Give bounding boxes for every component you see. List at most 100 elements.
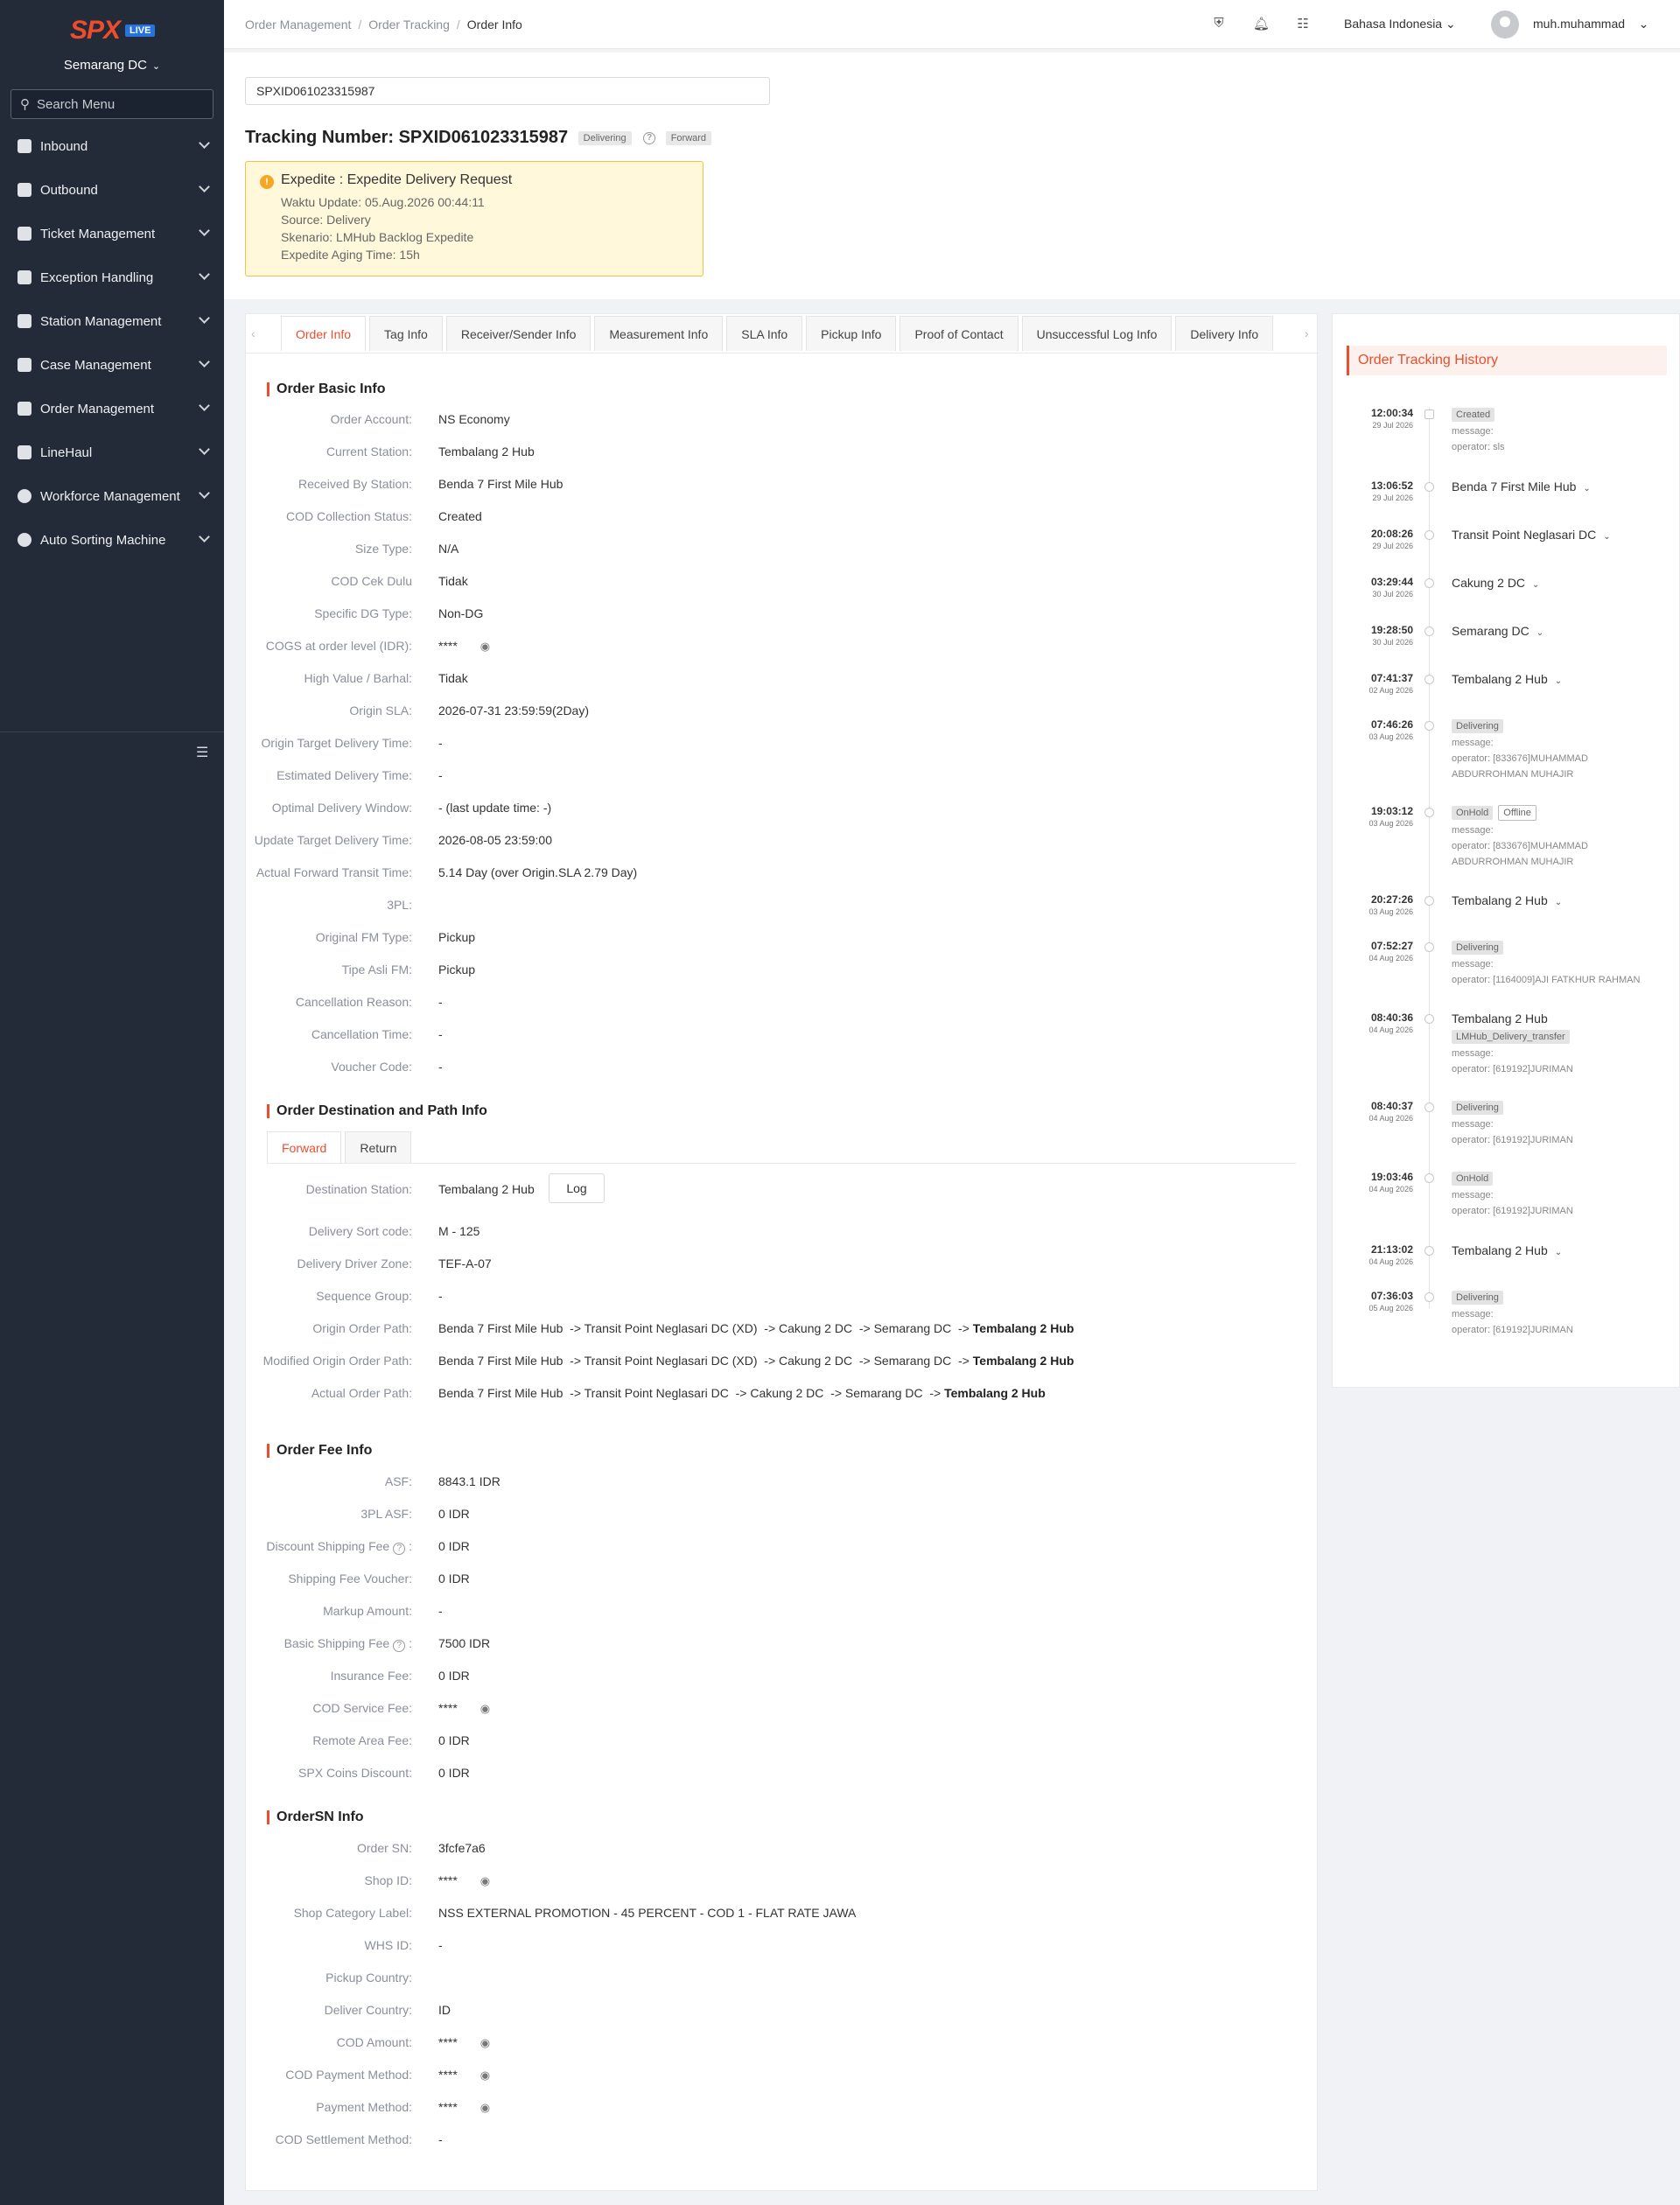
field-modified-origin-order-path: Modified Origin Order Path: Benda 7 First… <box>246 1352 1296 1369</box>
chevron-down-icon <box>199 137 210 149</box>
field-delivery-driver-zone: Delivery Driver Zone: TEF-A-07 <box>246 1255 1296 1272</box>
clipboard-icon[interactable]: ☷ <box>1295 16 1311 32</box>
field-label: Sequence Group: <box>316 1289 412 1303</box>
tab-proof-of-contact[interactable]: Proof of Contact <box>900 316 1018 351</box>
field-value: **** <box>438 2100 458 2114</box>
event-time: 12:00:34 <box>1370 407 1413 419</box>
help-icon[interactable]: ? <box>393 1543 406 1555</box>
tab-delivery-info[interactable]: Delivery Info <box>1175 316 1274 351</box>
tab-measurement-info[interactable]: Measurement Info <box>594 316 724 351</box>
sidebar-item-auto-sorting-machine[interactable]: Auto Sorting Machine <box>0 518 224 562</box>
field-label: Pickup Country: <box>326 1970 412 1984</box>
tab-order-info[interactable]: Order Info <box>281 316 367 351</box>
field-label: Shop Category Label: <box>293 1906 412 1920</box>
field-pickup-country: Pickup Country: <box>246 1969 1296 1986</box>
avatar[interactable] <box>1491 10 1519 38</box>
sidebar-item-label: Case Management <box>40 357 151 373</box>
chevron-down-icon[interactable]: ⌄ <box>1536 628 1544 638</box>
sidebar-item-linehaul[interactable]: LineHaul <box>0 430 224 474</box>
sidebar-item-order-management[interactable]: Order Management <box>0 387 224 430</box>
sidebar-item-label: Auto Sorting Machine <box>40 532 166 548</box>
sidebar-item-case-management[interactable]: Case Management <box>0 343 224 387</box>
menu-search[interactable]: ⚲ <box>10 89 214 119</box>
eye-icon[interactable]: ◉ <box>480 1872 490 1890</box>
field-shop-id: Shop ID: **** ◉ <box>246 1872 1296 1889</box>
chevron-down-icon <box>199 225 210 236</box>
sidebar-item-exception-handling[interactable]: Exception Handling <box>0 256 224 299</box>
help-icon[interactable]: ? <box>393 1640 406 1652</box>
chevron-down-icon[interactable]: ⌄ <box>1583 484 1590 494</box>
field-whs-id: WHS ID: - <box>246 1936 1296 1954</box>
language-label: Bahasa Indonesia <box>1344 17 1443 31</box>
chevron-down-icon <box>199 400 210 411</box>
event-time: 19:03:12 <box>1370 805 1413 817</box>
eye-icon[interactable]: ◉ <box>480 2034 490 2052</box>
eye-icon[interactable]: ◉ <box>480 638 490 655</box>
field-payment-method: Payment Method: **** ◉ <box>246 2098 1296 2116</box>
field-cogs: COGS at order level (IDR): **** ◉ <box>246 637 1296 654</box>
user-menu[interactable]: muh.muhammad ⌄ <box>1533 17 1648 32</box>
breadcrumb: Order Management / Order Tracking / Order In… <box>245 18 522 32</box>
menu-search-input[interactable] <box>37 96 203 112</box>
shield-icon[interactable]: ⛨ <box>1211 16 1227 32</box>
tab-scroll-left-icon[interactable]: ‹ <box>251 326 256 340</box>
field-value: - <box>438 1289 443 1303</box>
tracking-title: Tracking Number: SPXID061023315987 <box>245 128 569 147</box>
tracking-number-input[interactable] <box>245 77 770 105</box>
event-station: Tembalang 2 Hub <box>1452 1243 1548 1257</box>
field-value: 0 IDR <box>438 1572 470 1586</box>
tab-return[interactable]: Return <box>345 1131 412 1163</box>
field-label: Origin SLA: <box>349 704 412 718</box>
tab-unsuccessful-log-info[interactable]: Unsuccessful Log Info <box>1021 316 1172 351</box>
collapse-menu-icon[interactable]: ☰ <box>196 744 208 761</box>
field-label: Order SN: <box>356 1841 412 1855</box>
language-selector[interactable]: Bahasa Indonesia ⌄ <box>1344 17 1456 32</box>
chevron-down-icon[interactable]: ⌄ <box>1603 532 1610 542</box>
breadcrumb-item[interactable]: Order Tracking <box>368 18 450 32</box>
event-operator: ABDURROHMAN MUHAJIR <box>1452 769 1574 780</box>
field-value: 0 IDR <box>438 1766 470 1780</box>
sidebar-item-ticket-management[interactable]: Ticket Management <box>0 212 224 256</box>
sidebar-item-outbound[interactable]: Outbound <box>0 168 224 212</box>
field-value: **** <box>438 639 458 653</box>
sidebar-item-station-management[interactable]: Station Management <box>0 299 224 343</box>
field-order-sn: Order SN: 3fcfe7a6 <box>246 1839 1296 1857</box>
field-value: **** <box>438 2068 458 2082</box>
tab-pickup-info[interactable]: Pickup Info <box>806 316 897 351</box>
chevron-down-icon[interactable]: ⌄ <box>1555 676 1562 686</box>
field-label: Actual Forward Transit Time: <box>256 865 412 879</box>
field-received-by-station: Received By Station: Benda 7 First Mile H… <box>246 475 1296 493</box>
eye-icon[interactable]: ◉ <box>480 2099 490 2117</box>
tab-tag-info[interactable]: Tag Info <box>369 316 443 351</box>
tab-divider <box>246 353 1319 354</box>
tab-forward[interactable]: Forward <box>267 1131 342 1163</box>
sidebar-item-inbound[interactable]: Inbound <box>0 124 224 168</box>
field-value: Tembalang 2 Hub <box>438 1182 535 1196</box>
chevron-down-icon[interactable]: ⌄ <box>1555 1248 1562 1257</box>
log-button[interactable]: Log <box>549 1173 605 1203</box>
tab-scroll-right-icon[interactable]: › <box>1305 326 1309 340</box>
station-selector[interactable]: Semarang DC ⌄ <box>0 58 224 73</box>
field-sequence-group: Sequence Group: - <box>246 1287 1296 1305</box>
chevron-down-icon[interactable]: ⌄ <box>1532 580 1539 590</box>
event-time: 07:41:37 <box>1370 672 1413 684</box>
tab-sla-info[interactable]: SLA Info <box>726 316 803 351</box>
chevron-down-icon[interactable]: ⌄ <box>1555 898 1562 907</box>
field-update-target-delivery: Update Target Delivery Time: 2026-08-05 2… <box>246 831 1296 849</box>
help-icon[interactable]: ? <box>643 131 656 144</box>
event-date: 02 Aug 2026 <box>1368 686 1413 695</box>
logo-text: SPX <box>70 16 121 45</box>
status-tag: OnHold <box>1452 1172 1494 1186</box>
tab-receiver-sender-info[interactable]: Receiver/Sender Info <box>445 316 592 351</box>
alert-line: Waktu Update: 05.Aug.2026 00:44:11 <box>281 195 485 209</box>
event-time: 13:06:52 <box>1370 480 1413 492</box>
chevron-down-icon <box>199 356 210 368</box>
field-label: 3PL: <box>387 898 412 912</box>
eye-icon[interactable]: ◉ <box>480 2067 490 2084</box>
spx-logo[interactable]: SPX LIVE <box>70 16 156 46</box>
field-value: 0 IDR <box>438 1539 470 1553</box>
sidebar-item-workforce-management[interactable]: Workforce Management <box>0 474 224 518</box>
bell-icon[interactable]: 🔔︎ <box>1253 16 1270 32</box>
eye-icon[interactable]: ◉ <box>480 1700 490 1718</box>
breadcrumb-item[interactable]: Order Management <box>245 18 351 32</box>
